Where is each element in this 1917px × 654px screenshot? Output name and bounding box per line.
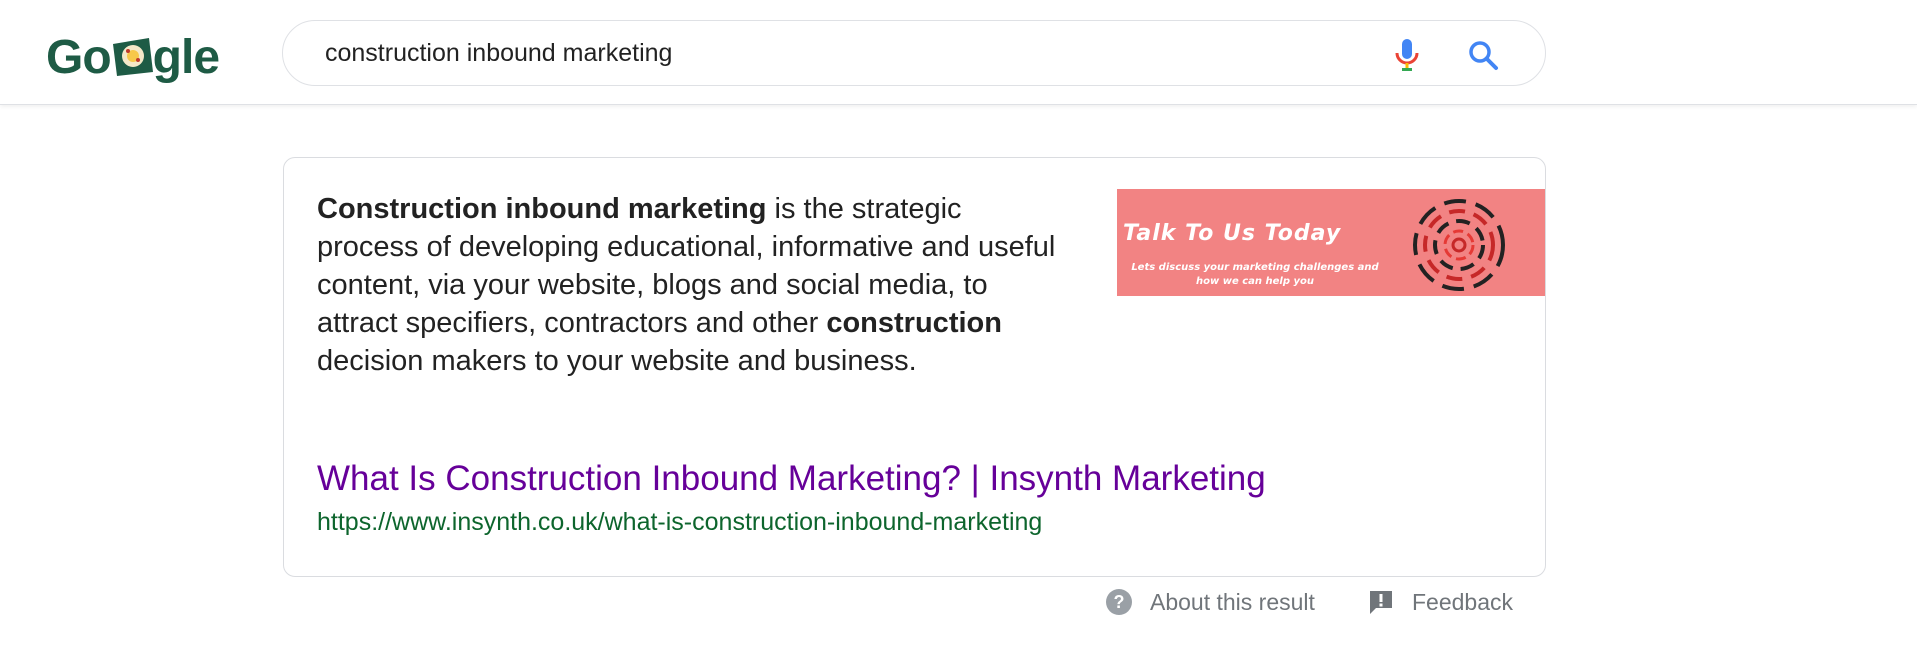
snippet-text-part2: decision makers to your website and busi… xyxy=(317,345,917,377)
featured-snippet-card: Construction inbound marketing is the st… xyxy=(283,157,1546,577)
svg-text:?: ? xyxy=(1114,592,1125,612)
search-button[interactable] xyxy=(1463,35,1503,75)
search-results-page: Go gle construction inbound marketing Co… xyxy=(0,0,1917,654)
search-input[interactable] xyxy=(325,33,1325,73)
question-circle-icon: ? xyxy=(1104,587,1134,617)
promo-title: Talk To Us Today xyxy=(1123,221,1342,246)
snippet-image[interactable]: Talk To Us Today Lets discuss your marke… xyxy=(1117,189,1545,296)
logo-text-left: Go xyxy=(46,30,112,84)
google-doodle-logo[interactable]: Go gle xyxy=(46,28,232,86)
search-box xyxy=(282,20,1546,86)
feedback-label: Feedback xyxy=(1412,588,1514,615)
doodle-icon xyxy=(112,38,153,76)
snippet-bold-term-2: construction xyxy=(826,307,1002,339)
snippet-text: Construction inbound marketing is the st… xyxy=(317,190,1057,380)
result-title-link[interactable]: What Is Construction Inbound Marketing? … xyxy=(317,458,1266,500)
logo-text-right: gle xyxy=(152,30,220,84)
mic-icon xyxy=(1395,39,1419,71)
promo-subtitle: Lets discuss your marketing challenges a… xyxy=(1131,262,1379,287)
search-icon xyxy=(1469,41,1498,70)
feedback-link[interactable]: Feedback xyxy=(1366,586,1513,618)
feedback-icon xyxy=(1366,587,1396,617)
header: Go gle xyxy=(0,0,1917,105)
voice-search-button[interactable] xyxy=(1387,35,1427,75)
snippet-bold-term: Construction inbound marketing xyxy=(317,193,767,225)
about-this-result-label: About this result xyxy=(1150,588,1315,615)
result-url: https://www.insynth.co.uk/what-is-constr… xyxy=(317,508,1043,536)
target-graphic-icon xyxy=(1413,199,1505,291)
about-this-result-link[interactable]: ? About this result xyxy=(1104,586,1315,618)
